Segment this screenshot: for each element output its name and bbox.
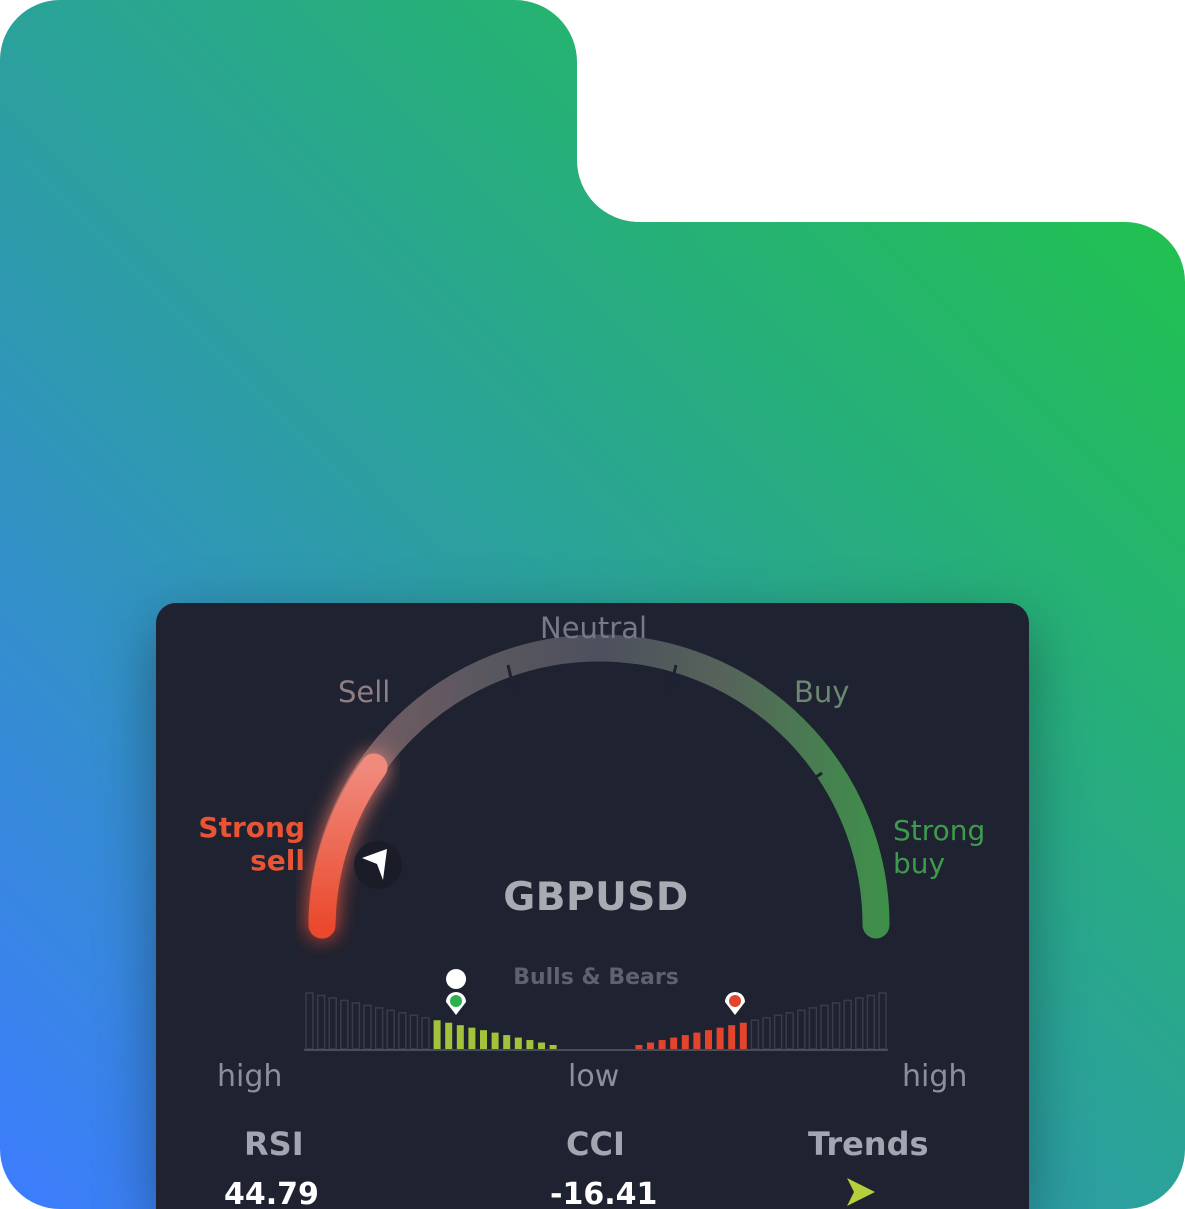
scale-label-middle: low	[568, 1059, 620, 1094]
gauge-label-buy: Buy	[794, 675, 850, 709]
gauge-label-neutral: Neutral	[540, 611, 648, 645]
bulls-bears-bars	[305, 992, 887, 1050]
bulls-bar	[456, 1025, 464, 1049]
bulls-bar	[340, 999, 349, 1050]
rsi-label: RSI	[244, 1125, 304, 1163]
bears-bar	[808, 1007, 818, 1050]
bulls-bar	[433, 1020, 441, 1049]
bulls-bar	[538, 1042, 545, 1049]
bears-bar	[843, 999, 852, 1050]
instrument-symbol: GBPUSD	[503, 875, 689, 920]
bulls-bar	[549, 1045, 557, 1049]
bears-bar	[820, 1004, 829, 1050]
bulls-bar	[445, 1022, 453, 1049]
bulls-bar	[468, 1027, 476, 1049]
cci-label: CCI	[566, 1125, 625, 1163]
bears-bar	[705, 1030, 712, 1049]
bears-bar	[866, 994, 876, 1050]
strong-sell-line2: sell	[250, 844, 305, 877]
bulls-bar	[409, 1014, 419, 1050]
bears-bar	[739, 1022, 747, 1049]
bulls-bar	[351, 1002, 361, 1050]
strong-buy-line1: Strong	[893, 814, 986, 847]
bulls-bears-title: Bulls & Bears	[513, 965, 679, 990]
bulls-bar	[526, 1040, 534, 1049]
bears-bar	[797, 1009, 806, 1050]
bears-bar	[728, 1025, 736, 1049]
gauge-label-sell: Sell	[338, 675, 391, 709]
bulls-bar	[514, 1037, 522, 1049]
bulls-bar	[480, 1030, 487, 1049]
bulls-bar	[398, 1012, 407, 1050]
rsi-value: 44.79	[224, 1177, 319, 1209]
bulls-bar	[421, 1017, 430, 1050]
bulls-bar	[328, 997, 337, 1050]
bears-bar	[716, 1027, 724, 1049]
bears-bar	[681, 1035, 689, 1049]
bears-bar	[855, 997, 864, 1050]
bears-bar	[785, 1012, 794, 1050]
bears-bar	[635, 1045, 643, 1049]
bears-marker-icon	[725, 992, 745, 1015]
bulls-bar	[503, 1035, 511, 1049]
bears-bar	[670, 1037, 678, 1049]
bulls-bar	[491, 1032, 499, 1049]
bulls-bar	[374, 1007, 384, 1050]
bears-bar	[750, 1019, 760, 1050]
trend-arrow-icon	[847, 1178, 875, 1206]
bears-bar	[878, 992, 887, 1050]
strong-sell-line1: Strong	[198, 811, 305, 844]
cci-value: -16.41	[550, 1177, 658, 1209]
technical-analysis-widget: Neutral Sell Buy Strong sell Strong buy …	[156, 603, 1029, 1209]
bulls-bar	[305, 992, 314, 1050]
gauge-label-strong-buy: Strong buy	[893, 814, 985, 880]
scale-label-left: high	[217, 1059, 283, 1094]
bears-bar	[647, 1042, 654, 1049]
bulls-bar	[386, 1009, 395, 1050]
gauge-label-strong-sell: Strong sell	[156, 811, 305, 877]
bulls-bar	[363, 1004, 372, 1050]
bears-bar	[831, 1002, 841, 1050]
scale-label-right: high	[902, 1059, 968, 1094]
bulls-bar	[316, 994, 326, 1050]
bears-bar	[658, 1040, 666, 1049]
bears-bar	[773, 1014, 783, 1050]
bears-bar	[762, 1017, 771, 1050]
trends-label: Trends	[808, 1125, 929, 1163]
bears-bar	[693, 1032, 701, 1049]
